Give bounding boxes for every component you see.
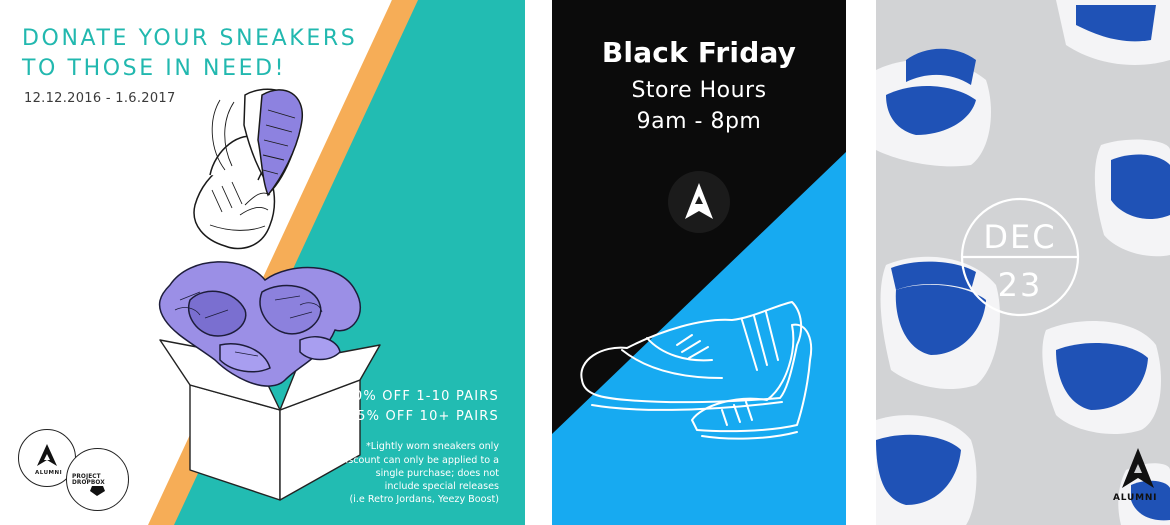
campaign-dates: 12.12.2016 - 1.6.2017 [24, 91, 176, 106]
offer-line1: 10% OFF 1-10 PAIRS [344, 389, 499, 404]
blue-sneaker [1042, 321, 1161, 435]
black-friday-poster: Black Friday Store Hours 9am - 8pm [552, 0, 846, 525]
alumni-badge-label: ALUMNI [35, 470, 63, 476]
blue-sneaker [876, 48, 991, 167]
sneakers-outline-illustration [580, 301, 812, 440]
poster-title-line2: TO THOSE IN NEED! [22, 56, 287, 81]
date-month: DEC [983, 218, 1057, 256]
blue-sneaker [876, 415, 977, 525]
offer-line2: 15% OFF 10+ PAIRS [347, 409, 499, 424]
poster-title-line1: DONATE YOUR SNEAKERS [22, 26, 358, 51]
dec-23-poster: DEC 23 ALUMNI [876, 0, 1170, 525]
donate-sneakers-poster: DONATE YOUR SNEAKERS TO THOSE IN NEED! 1… [0, 0, 525, 525]
project-dropbox-badge: PROJECT DROPBOX [66, 448, 129, 511]
alumni-brand-label: ALUMNI [1113, 493, 1158, 503]
note-line: (i.e Retro Jordans, Yeezy Boost) [349, 494, 499, 505]
note-line: single purchase; does not [375, 468, 499, 479]
note-line: *Lightly worn sneakers only [365, 441, 499, 452]
note-line: include special releases [384, 481, 499, 492]
alumni-logo-icon [1122, 448, 1154, 488]
dropbox-icon [90, 486, 105, 496]
note-line: *Discount can only be applied to a [333, 455, 499, 466]
date-day: 23 [997, 266, 1043, 304]
